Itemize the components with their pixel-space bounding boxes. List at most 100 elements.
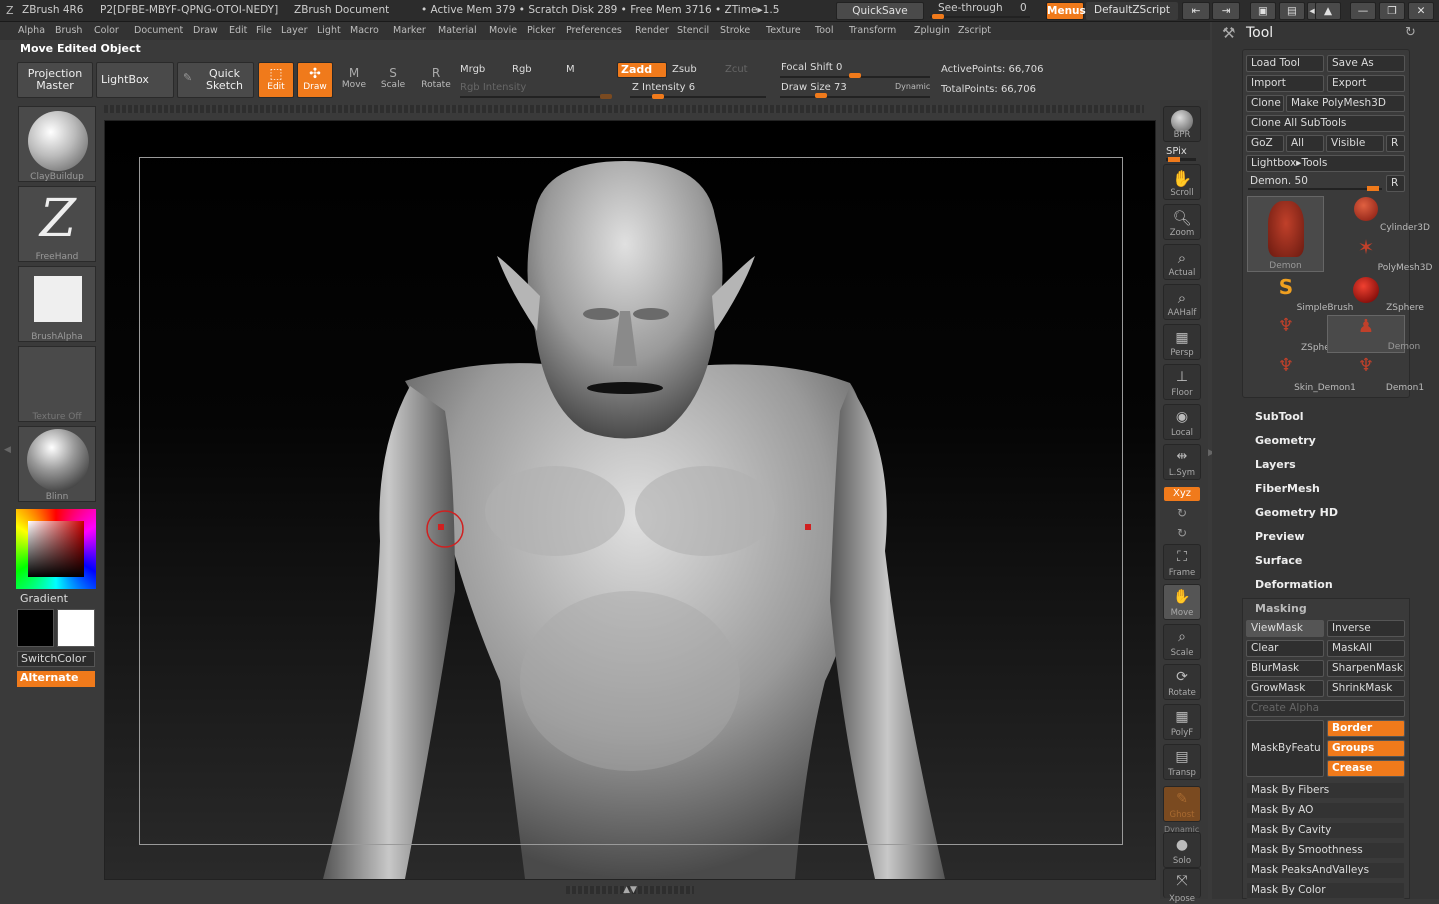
seethrough-knob[interactable] xyxy=(932,14,944,19)
move-button[interactable]: M Move xyxy=(337,62,371,98)
zcut-button[interactable]: Zcut xyxy=(725,64,748,75)
rgb-intensity-slider[interactable] xyxy=(460,96,612,98)
menu-layer[interactable]: Layer xyxy=(281,25,308,36)
border-toggle[interactable]: Border xyxy=(1327,720,1405,737)
clone-button[interactable]: Clone xyxy=(1246,95,1284,112)
menu-texture[interactable]: Texture xyxy=(766,25,801,36)
rgb-button[interactable]: Rgb xyxy=(512,64,532,75)
menu-color[interactable]: Color xyxy=(94,25,119,36)
solo-button[interactable]: ● Solo xyxy=(1163,832,1201,868)
xpose-button[interactable]: ⤧ Xpose xyxy=(1163,868,1201,904)
left-shelf-toggle[interactable]: ◀ xyxy=(4,445,11,455)
mask-peaksandvalleys-button[interactable]: Mask PeaksAndValleys xyxy=(1246,862,1405,879)
edit-button[interactable]: ⬚ Edit xyxy=(258,62,294,98)
switch-color-button[interactable]: SwitchColor xyxy=(17,651,95,667)
menu-file[interactable]: File xyxy=(256,25,272,36)
tool-thumb-polymesh3d[interactable]: ✶ PolyMesh3D xyxy=(1327,235,1433,273)
default-zscript-button[interactable]: DefaultZScript xyxy=(1086,2,1178,20)
mask-by-color-button[interactable]: Mask By Color xyxy=(1246,882,1405,899)
export-button[interactable]: Export xyxy=(1327,75,1405,92)
spix-slider[interactable] xyxy=(1166,157,1196,162)
menu-tool[interactable]: Tool xyxy=(815,25,833,36)
focal-shift-knob[interactable] xyxy=(849,73,861,78)
rotate-z-icon[interactable]: ↻ xyxy=(1177,526,1187,540)
all-button[interactable]: All xyxy=(1286,135,1324,152)
spix-knob[interactable] xyxy=(1168,157,1180,162)
texture-thumbnail[interactable]: Texture Off xyxy=(18,346,96,422)
geometry-hd-section[interactable]: Geometry HD xyxy=(1255,506,1338,519)
polyf-button[interactable]: ▦ PolyF xyxy=(1163,704,1201,740)
transp-button[interactable]: ▤ Transp xyxy=(1163,744,1201,780)
menu-edit[interactable]: Edit xyxy=(229,25,247,36)
clear-mask-button[interactable]: Clear xyxy=(1246,640,1324,657)
tool-thumb-demon-2[interactable]: ♟ Demon xyxy=(1327,315,1420,353)
menu-stencil[interactable]: Stencil xyxy=(677,25,709,36)
lightbox-button[interactable]: LightBox xyxy=(96,62,174,98)
mask-by-fibers-button[interactable]: Mask By Fibers xyxy=(1246,782,1405,799)
scale-view-button[interactable]: ⌕ Scale xyxy=(1163,624,1201,660)
mask-by-smoothness-button[interactable]: Mask By Smoothness xyxy=(1246,842,1405,859)
move-view-button[interactable]: ✋ Move xyxy=(1163,584,1201,620)
tool-thumb-cylinder3d[interactable]: Cylinder3D xyxy=(1327,195,1430,233)
rotate-view-button[interactable]: ⟳ Rotate xyxy=(1163,664,1201,700)
mask-by-cavity-button[interactable]: Mask By Cavity xyxy=(1246,822,1405,839)
preview-section[interactable]: Preview xyxy=(1255,530,1305,543)
alpha-thumbnail[interactable]: BrushAlpha xyxy=(18,266,96,342)
tool-thumb-zsphere-1[interactable]: ♆ ZSphere_1 xyxy=(1247,315,1349,353)
draw-size-slider[interactable] xyxy=(780,96,930,98)
tool-thumb-zsphere[interactable]: ZSphere xyxy=(1327,275,1424,313)
surface-section[interactable]: Surface xyxy=(1255,554,1302,567)
draw-button[interactable]: ✣ Draw xyxy=(297,62,333,98)
close-icon[interactable]: ✕ xyxy=(1408,2,1434,20)
groups-toggle[interactable]: Groups xyxy=(1327,740,1405,757)
menu-macro[interactable]: Macro xyxy=(350,25,379,36)
material-thumbnail[interactable]: Blinn xyxy=(18,426,96,502)
main-color-swatch[interactable] xyxy=(17,609,54,647)
menu-document[interactable]: Document xyxy=(134,25,183,36)
visible-button[interactable]: Visible xyxy=(1326,135,1384,152)
quicksave-button[interactable]: QuickSave xyxy=(836,2,924,20)
mask-by-ao-button[interactable]: Mask By AO xyxy=(1246,802,1405,819)
clone-all-subtools-button[interactable]: Clone All SubTools xyxy=(1246,115,1405,132)
menu-brush[interactable]: Brush xyxy=(55,25,82,36)
rotate-y-icon[interactable]: ↻ xyxy=(1177,506,1187,520)
m-button[interactable]: M xyxy=(566,64,575,75)
create-alpha-button[interactable]: Create Alpha xyxy=(1246,700,1405,717)
seethrough-slider[interactable] xyxy=(930,16,1030,18)
menu-alpha[interactable]: Alpha xyxy=(18,25,45,36)
geometry-section[interactable]: Geometry xyxy=(1255,434,1316,447)
lightbox-tools-button[interactable]: Lightbox▸Tools xyxy=(1246,155,1405,172)
current-tool-r-button[interactable]: R xyxy=(1386,175,1405,192)
layout-right-icon[interactable]: ⇥ xyxy=(1212,2,1240,20)
menu-zscript[interactable]: Zscript xyxy=(958,25,991,36)
ghost-button[interactable]: ✎ Ghost xyxy=(1163,786,1201,822)
local-button[interactable]: ◉ Local xyxy=(1163,404,1201,440)
rotate-button[interactable]: R Rotate xyxy=(418,62,454,98)
menu-marker[interactable]: Marker xyxy=(393,25,426,36)
brush-thumbnail[interactable]: ClayBuildup xyxy=(18,106,96,182)
menu-light[interactable]: Light xyxy=(317,25,341,36)
layout-left-icon[interactable]: ⇤ xyxy=(1182,2,1210,20)
stroke-thumbnail[interactable]: Z FreeHand xyxy=(18,186,96,262)
layout-b-icon[interactable]: ▤ xyxy=(1279,2,1305,20)
blurmask-button[interactable]: BlurMask xyxy=(1246,660,1324,677)
secondary-color-swatch[interactable] xyxy=(57,609,95,647)
minimize-icon[interactable]: — xyxy=(1350,2,1376,20)
color-picker-square[interactable] xyxy=(28,521,84,577)
aahalf-button[interactable]: ⌕ AAHalf xyxy=(1163,284,1201,320)
actual-button[interactable]: ⌕ Actual xyxy=(1163,244,1201,280)
bottom-shelf-toggle[interactable]: ▲▼ xyxy=(566,886,694,895)
fibermesh-section[interactable]: FiberMesh xyxy=(1255,482,1320,495)
lock-icon[interactable]: ▲ xyxy=(1315,2,1341,20)
sharpenmask-button[interactable]: SharpenMask xyxy=(1327,660,1405,677)
projection-master-button[interactable]: Projection Master xyxy=(17,62,93,98)
tool-thumb-skin-demon1[interactable]: ♆ Skin_Demon1 xyxy=(1247,355,1356,393)
z-intensity-slider[interactable] xyxy=(630,96,766,98)
menus-button[interactable]: Menus xyxy=(1046,2,1086,20)
floor-button[interactable]: ⊥ Floor xyxy=(1163,364,1201,400)
crease-toggle[interactable]: Crease xyxy=(1327,760,1405,777)
maximize-icon[interactable]: ❐ xyxy=(1379,2,1405,20)
zoom-button[interactable]: 🔍︎ Zoom xyxy=(1163,204,1201,240)
quick-sketch-button[interactable]: ✎ Quick Sketch xyxy=(177,62,254,98)
inverse-button[interactable]: Inverse xyxy=(1327,620,1405,637)
